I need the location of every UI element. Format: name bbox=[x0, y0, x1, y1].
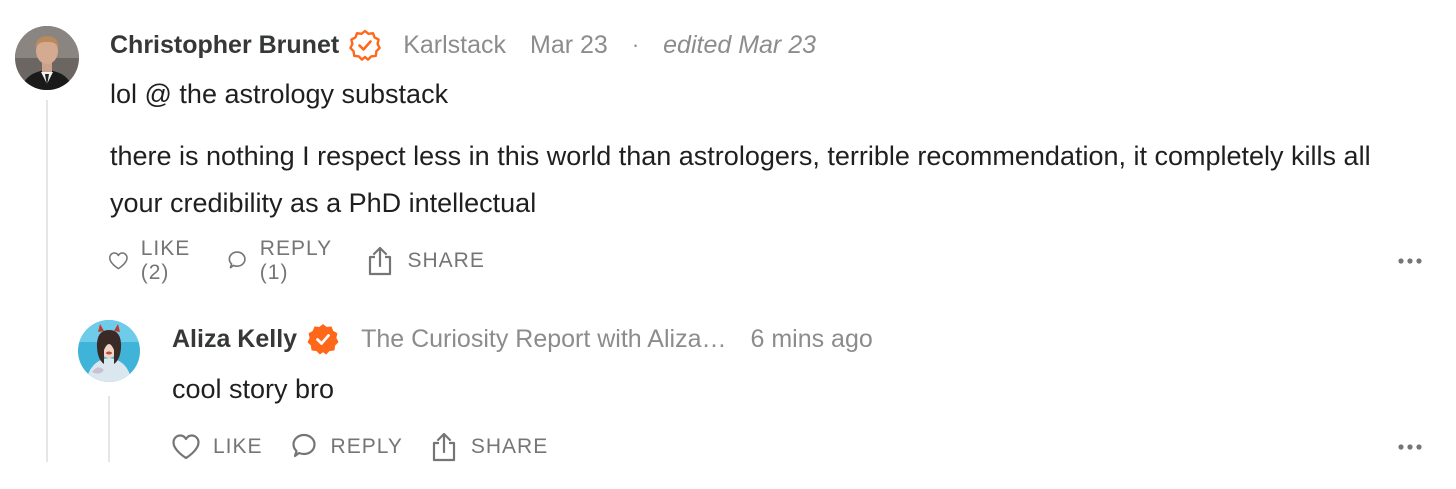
meta-separator: · bbox=[631, 32, 640, 57]
comment-actions: LIKE REPLY SHARE bbox=[171, 430, 574, 464]
thread-line bbox=[46, 100, 48, 462]
share-icon bbox=[369, 246, 392, 276]
speech-bubble-icon bbox=[228, 251, 246, 269]
verified-badge-icon bbox=[307, 323, 339, 355]
author-name[interactable]: Christopher Brunet bbox=[110, 31, 339, 60]
heart-icon bbox=[108, 252, 128, 270]
reply-label: REPLY (1) bbox=[259, 237, 332, 284]
comment-date[interactable]: Mar 23 bbox=[530, 31, 608, 60]
share-label: SHARE bbox=[407, 249, 485, 272]
share-label: SHARE bbox=[470, 435, 549, 458]
comment-meta: Christopher Brunet Karlstack Mar 23 · ed… bbox=[110, 26, 816, 64]
like-button[interactable]: LIKE (2) bbox=[108, 237, 200, 285]
more-options-button[interactable] bbox=[1396, 253, 1426, 269]
share-icon bbox=[432, 432, 455, 462]
avatar-portrait-icon bbox=[78, 320, 140, 382]
comment-paragraph: lol @ the astrology substack bbox=[110, 79, 449, 109]
comment-body: lol @ the astrology substack there is no… bbox=[110, 71, 1430, 227]
publication-link[interactable]: Karlstack bbox=[403, 31, 506, 60]
avatar[interactable] bbox=[78, 320, 140, 382]
publication-link[interactable]: The Curiosity Report with Aliza… bbox=[361, 325, 726, 354]
reply-button[interactable]: REPLY (1) bbox=[226, 237, 340, 285]
comment-meta: Aliza Kelly The Curiosity Report with Al… bbox=[172, 320, 873, 358]
more-options-button[interactable] bbox=[1396, 439, 1426, 455]
avatar-portrait-icon bbox=[15, 26, 79, 90]
avatar[interactable] bbox=[15, 26, 79, 90]
like-button[interactable]: LIKE bbox=[171, 433, 263, 461]
comment-paragraph: there is nothing I respect less in this … bbox=[110, 141, 1371, 218]
more-dots-icon bbox=[1398, 258, 1422, 264]
more-dots-icon bbox=[1398, 444, 1422, 450]
share-button[interactable]: SHARE bbox=[429, 431, 548, 463]
comment-paragraph: cool story bro bbox=[172, 374, 335, 404]
reply-button[interactable]: REPLY bbox=[289, 432, 403, 462]
author-name[interactable]: Aliza Kelly bbox=[172, 325, 297, 354]
share-button[interactable]: SHARE bbox=[365, 245, 484, 277]
comment-body: cool story bro bbox=[172, 366, 1412, 413]
comment-date[interactable]: 6 mins ago bbox=[750, 325, 872, 354]
edited-label: edited Mar 23 bbox=[663, 30, 817, 59]
speech-bubble-icon bbox=[291, 433, 316, 458]
thread-line bbox=[108, 396, 110, 462]
like-label: LIKE bbox=[213, 435, 263, 458]
reply-label: REPLY bbox=[330, 435, 403, 458]
verified-badge-icon bbox=[349, 29, 381, 61]
heart-icon bbox=[172, 434, 200, 460]
comment-actions: LIKE (2) REPLY (1) SHARE bbox=[108, 237, 511, 284]
like-label: LIKE (2) bbox=[140, 237, 191, 284]
